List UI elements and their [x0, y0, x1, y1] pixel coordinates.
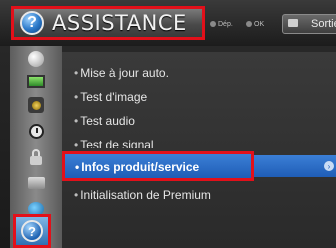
sidebar-item-lock[interactable] — [27, 148, 45, 166]
help-icon: ? — [20, 11, 44, 35]
menu-item-audio-test[interactable]: • Test audio — [74, 114, 135, 128]
navigate-icon — [210, 21, 216, 28]
menu-item-auto-update[interactable]: • Mise à jour auto. — [74, 66, 169, 80]
sidebar-item-disc[interactable] — [27, 50, 45, 68]
menu-item-product-info[interactable]: • Infos produit/service — [62, 151, 254, 181]
sidebar-item-audio[interactable] — [27, 96, 45, 114]
tv-settings-screen: ? ASSISTANCE Dép. OK Sortie ? •Mise à jo… — [0, 0, 336, 248]
picture-icon — [27, 74, 45, 88]
exit-label: Sortie — [311, 18, 336, 30]
sidebar-item-time[interactable] — [27, 122, 45, 140]
page-title: ? ASSISTANCE — [11, 6, 205, 40]
option-icon — [27, 177, 45, 189]
exit-button[interactable]: Sortie — [282, 14, 336, 34]
assistance-menu: • Mise à jour auto. • Test d'image • Test a… — [62, 52, 336, 248]
lock-icon — [30, 149, 42, 165]
menu-item-picture-test[interactable]: • Test d'image — [74, 90, 147, 104]
sidebar-item-picture[interactable] — [27, 72, 45, 90]
hint-move: Dép. — [210, 21, 233, 28]
time-icon — [28, 123, 44, 139]
menu-item-signal-test[interactable]: • Test de signal — [74, 138, 154, 148]
menu-item-premium-reset[interactable]: • Initialisation de Premium — [74, 188, 211, 202]
disc-icon — [28, 51, 44, 67]
chevron-right-icon: › — [324, 161, 334, 171]
audio-icon — [28, 97, 44, 113]
ok-icon — [246, 21, 252, 28]
category-sidebar: ? — [10, 46, 62, 248]
hint-ok: OK — [246, 21, 264, 28]
sidebar-item-option[interactable] — [27, 174, 45, 192]
help-icon: ? — [21, 220, 43, 242]
exit-icon — [288, 19, 298, 27]
menu-header: ? ASSISTANCE Dép. OK Sortie — [0, 0, 336, 46]
page-title-text: ASSISTANCE — [52, 11, 187, 35]
sidebar-item-help[interactable]: ? — [13, 214, 51, 248]
